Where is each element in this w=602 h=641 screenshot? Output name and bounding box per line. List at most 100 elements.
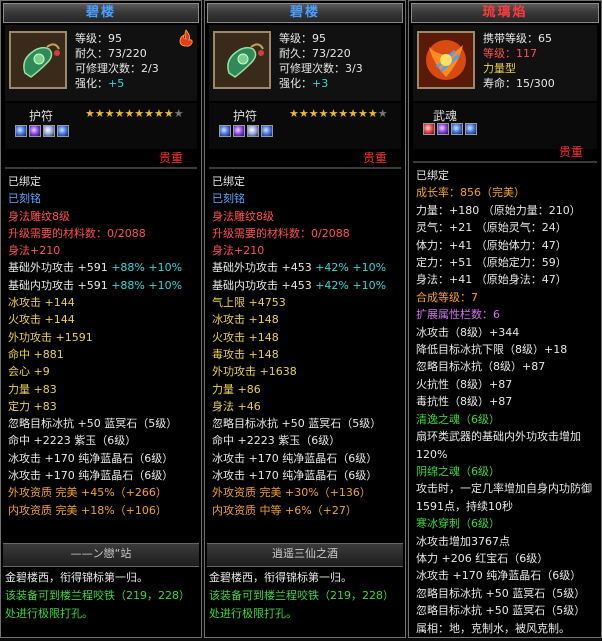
item-durability: 耐久：73/220 xyxy=(279,47,351,60)
gem-socket-icon xyxy=(233,125,245,137)
amulet-icon xyxy=(213,31,271,89)
gem-socket-icon xyxy=(43,125,55,137)
attribute-line: 火攻击 +148 xyxy=(212,330,279,344)
enhance-value: +5 xyxy=(108,77,125,90)
item-durability: 耐久：73/220 xyxy=(75,47,147,60)
attribute-line: 力量 +86 xyxy=(212,382,261,396)
enhance-label: 强化： xyxy=(75,77,108,90)
attribute-line: 冰攻击 +144 xyxy=(8,296,75,310)
attribute-line: 忽略目标冰抗 +50 蓝冥石（5级） xyxy=(416,586,586,600)
attribute-line: 已刻铭 xyxy=(212,192,245,206)
attribute-line: 体力：+41 （原始体力：47） xyxy=(416,238,567,252)
attribute-line: 成长率：856（完美） xyxy=(416,186,525,200)
attribute-line: 内攻资质 完美 +18%（+106） xyxy=(8,503,167,517)
attribute-line: 已绑定 xyxy=(8,175,41,188)
attribute-line: 合成等级：7 xyxy=(416,290,478,304)
flavor-text: 金碧楼西，衔得锦标第一归。 xyxy=(209,571,352,584)
attribute-line: 灵气：+21 （原始灵气：24） xyxy=(416,221,567,235)
pet-type: 力量型 xyxy=(483,62,516,75)
gem-socket-icon xyxy=(437,123,449,135)
signature: 逍遥三仙之酒 xyxy=(207,543,403,567)
attribute-line: 命中 +2223 紫玉（6级） xyxy=(212,434,341,448)
item-title: 碧楼 xyxy=(3,3,199,23)
item-subheader: 护符 ★★★★★★★★★★ xyxy=(209,103,401,149)
attribute-line: 毒抗性（8级）+87 xyxy=(416,395,513,409)
pet-portrait-icon xyxy=(417,31,475,89)
gem-socket-icon xyxy=(261,125,273,137)
item-header: 等级：95 耐久：73/220 可修理次数：2/3 强化：+5 xyxy=(5,25,197,101)
carry-level: 携带等级：65 xyxy=(483,32,552,45)
attribute-line: 已刻铭 xyxy=(8,192,41,206)
item-description: 金碧楼西，衔得锦标第一归。 该装备可到楼兰程咬铁（219，228）处进行极限打孔… xyxy=(209,569,401,623)
gem-socket-icon xyxy=(29,125,41,137)
attribute-line: 命中 +2223 紫玉（6级） xyxy=(8,434,137,448)
attribute-line: 内攻资质 中等 +6%（+27） xyxy=(212,503,357,517)
attribute-bonus: +10% xyxy=(144,278,183,292)
signature: ——ン戀“站 xyxy=(3,543,199,567)
attribute-bonus: +88% xyxy=(107,261,145,275)
attribute-bonus: +10% xyxy=(144,261,183,275)
attribute-bonus: +42% xyxy=(311,278,349,292)
attribute-line: 冰攻击 +170 纯净蓝晶石（6级） xyxy=(8,451,174,465)
attribute-line: 力量 +83 xyxy=(8,382,57,396)
attribute-bonus: +42% xyxy=(311,261,349,275)
attribute-line: 冰攻击（8级）+344 xyxy=(416,325,520,339)
gem-sockets xyxy=(219,125,275,140)
attribute-line: 身法雕纹8级 xyxy=(212,209,274,223)
amulet-icon xyxy=(9,31,67,89)
attribute-bonus: +10% xyxy=(348,261,387,275)
attribute-bonus: +10% xyxy=(348,278,387,292)
attribute-line: 已绑定 xyxy=(416,169,449,182)
attribute-line: 扇环类武器的基础内外功攻击增加120% xyxy=(416,430,581,461)
gem-socket-icon xyxy=(15,125,27,137)
item-tooltip-1: 碧楼 等级：95 耐久：73/220 可修理次数：2/3 强化：+5 护符 ★★… xyxy=(0,0,202,638)
soul-label: 武魂 xyxy=(433,109,458,123)
price-tag: 贵重 xyxy=(158,151,183,165)
attribute-line: 基础内功攻击 +591 +88% +10% xyxy=(8,278,183,292)
attribute-line: 忽略目标冰抗 +50 蓝冥石（5级） xyxy=(8,417,178,431)
item-tooltip-2: 碧楼 等级：95 耐久：73/220 可修理次数：3/3 强化：+3 护符 ★★… xyxy=(204,0,406,638)
attribute-line: 扩展属性栏数：6 xyxy=(416,308,500,322)
item-type: 护符 xyxy=(233,109,258,123)
attribute-line: 属相：地，克制水，被风克制。 xyxy=(416,621,570,635)
attribute-line: 身法 +46 xyxy=(212,399,261,413)
gem-socket-icon xyxy=(57,125,69,137)
attribute-line: 身法雕纹8级 xyxy=(8,209,70,223)
item-repair-count: 可修理次数：2/3 xyxy=(75,62,159,75)
price-tag: 贵重 xyxy=(558,145,583,159)
pet-header: 携带等级：65 等级：117 力量型 寿命：15/300 xyxy=(413,25,597,101)
attribute-line: 升级需要的材料数：0/2088 xyxy=(8,226,146,240)
attribute-line: 冰攻击增加3767点 xyxy=(416,534,510,548)
item-title: 碧楼 xyxy=(207,3,403,23)
gem-socket-icon xyxy=(465,123,477,135)
attribute-line: 体力 +206 红宝石（6级） xyxy=(416,551,549,565)
pet-level: 等级：117 xyxy=(483,47,537,60)
attribute-line: 身法：+41 （原始身法：47） xyxy=(416,273,567,287)
attribute-line: 基础外功攻击 +453 +42% +10% xyxy=(212,261,387,275)
enhance-label: 强化： xyxy=(279,77,312,90)
attribute-line: 外功攻击 +1591 xyxy=(8,330,93,344)
attribute-list: 已绑定 已刻铭 身法雕纹8级 升级需要的材料数：0/2088 身法+210 基础外功攻击 … xyxy=(209,167,401,523)
attribute-line: 基础外功攻击 +591 +88% +10% xyxy=(8,261,183,275)
item-subheader: 护符 ★★★★★★★★★★ xyxy=(5,103,197,149)
attribute-line: 定力：+51 （原始定力：59） xyxy=(416,256,567,270)
gem-sockets xyxy=(423,123,479,138)
gem-sockets xyxy=(15,125,71,140)
item-repair-count: 可修理次数：3/3 xyxy=(279,62,363,75)
attribute-line: 毒攻击 +148 xyxy=(212,347,279,361)
attribute-line: 已绑定 xyxy=(212,175,245,188)
attribute-line: 忽略目标冰抗 +50 蓝冥石（5级） xyxy=(416,604,586,618)
attribute-line: 命中 +881 xyxy=(8,347,64,361)
gem-socket-icon xyxy=(247,125,259,137)
attribute-list: 已绑定已刻铭身法雕纹8级升级需要的材料数：0/2088 身法+210 基础外功攻击 … xyxy=(5,167,197,523)
star-rating: ★★★★★★★★★★ xyxy=(289,107,388,120)
attribute-line: 冰攻击 +170 纯净蓝晶石（6级） xyxy=(416,569,582,583)
attribute-line: 外攻资质 完美 +30%（+136） xyxy=(212,486,371,500)
attribute-bonus: +88% xyxy=(107,278,145,292)
socket-hint: 该装备可到楼兰程咬铁（219，228）处进行极限打孔。 xyxy=(5,589,190,620)
attribute-line: 忽略目标冰抗（8级）+87 xyxy=(416,360,546,374)
attribute-line: 气上限 +4753 xyxy=(212,296,286,310)
attribute-line: 定力 +83 xyxy=(8,399,57,413)
attribute-line: 身法+210 xyxy=(8,244,61,258)
attribute-line: 攻击时，一定几率增加自身内功防御1591点，持续10秒 xyxy=(416,482,592,513)
